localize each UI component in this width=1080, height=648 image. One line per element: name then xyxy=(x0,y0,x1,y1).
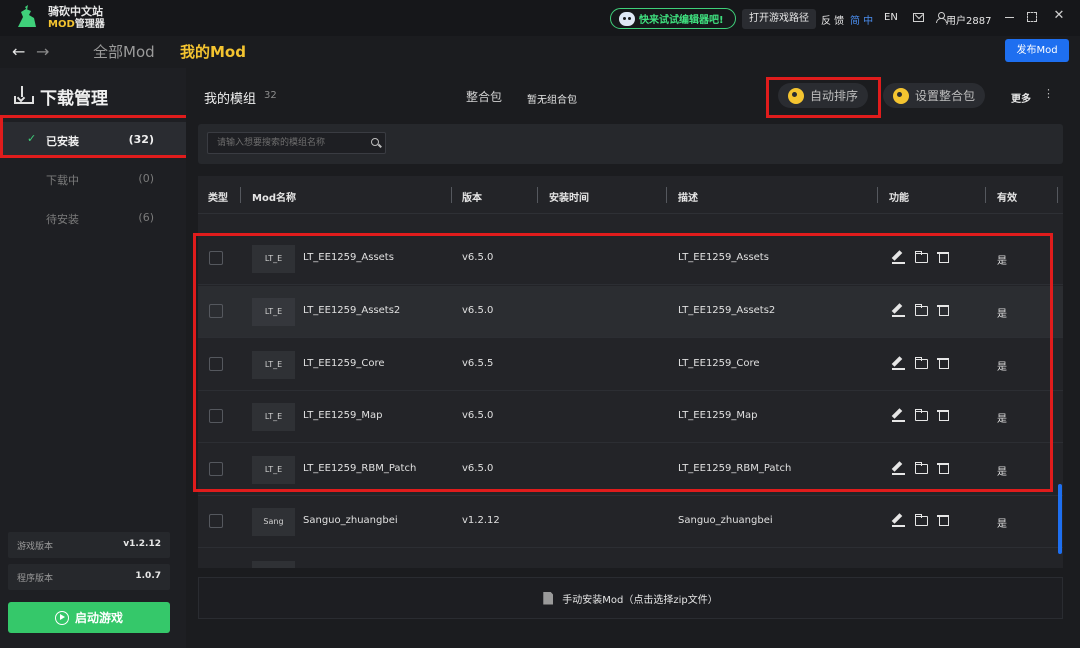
highlight-box-rows xyxy=(193,233,1053,492)
app-version-row: 程序版本 1.0.7 xyxy=(8,564,170,590)
back-arrow-icon[interactable]: ← xyxy=(12,42,25,61)
launch-game-button[interactable]: 启动游戏 xyxy=(8,602,170,633)
set-pack-button[interactable]: 设置整合包 xyxy=(883,83,986,108)
table-header: 类型 Mod名称 版本 安装时间 描述 功能 有效 xyxy=(198,176,1063,214)
more-dots-icon[interactable]: ⋮ xyxy=(1043,87,1054,100)
mod-version: v1.2.12 xyxy=(462,515,500,526)
sidebar-item-count: (0) xyxy=(138,172,154,185)
promo-label: 快来试试编辑器吧! xyxy=(639,15,724,26)
publish-mod-button[interactable]: 发布Mod xyxy=(1005,39,1069,62)
col-version: 版本 xyxy=(462,193,482,204)
sidebar-item-label: 下载中 xyxy=(46,174,79,187)
title-bar: 骑砍中文站 MOD管理器 快来试试编辑器吧! 打开游戏路径 反 馈 简 中 EN… xyxy=(0,0,1080,36)
more-menu[interactable]: 更多 xyxy=(1011,90,1031,105)
search-box[interactable] xyxy=(207,132,386,154)
editor-promo-button[interactable]: 快来试试编辑器吧! xyxy=(610,8,736,29)
col-functions: 功能 xyxy=(889,193,909,204)
lang-zh-option[interactable]: 简 中 xyxy=(850,12,873,27)
open-game-path-button[interactable]: 打开游戏路径 xyxy=(742,9,816,29)
mod-description: Sanguo_zhuangbei xyxy=(678,515,773,526)
game-version-label: 游戏版本 xyxy=(17,542,54,552)
mod-valid: 是 xyxy=(997,519,1007,530)
app-subtitle: MOD管理器 xyxy=(48,19,105,30)
column-divider xyxy=(240,187,241,203)
row-checkbox[interactable] xyxy=(209,514,223,528)
edit-icon[interactable] xyxy=(892,513,906,527)
play-icon xyxy=(54,610,69,625)
file-icon xyxy=(543,591,554,605)
maximize-icon[interactable] xyxy=(1027,12,1037,22)
table-row[interactable]: Sang Sanguo_zhuangbei v1.2.12 Sanguo_zhu… xyxy=(198,496,1063,548)
column-divider xyxy=(985,187,986,203)
group-count: 32 xyxy=(264,90,277,101)
pack-icon xyxy=(893,87,909,104)
set-pack-label: 设置整合包 xyxy=(915,89,976,103)
pack-label: 整合包 xyxy=(466,90,503,104)
col-description: 描述 xyxy=(678,193,698,204)
manual-install-button[interactable]: 手动安装Mod（点击选择zip文件） xyxy=(198,577,1063,619)
search-input[interactable] xyxy=(208,133,358,153)
minimize-icon[interactable] xyxy=(1005,12,1015,22)
trash-icon[interactable] xyxy=(937,513,951,527)
mail-icon[interactable] xyxy=(913,13,924,22)
sidebar-item-pending[interactable]: 待安装 (6) xyxy=(0,200,186,236)
folder-icon[interactable] xyxy=(914,513,928,527)
manual-install-label: 手动安装Mod（点击选择zip文件） xyxy=(562,594,718,606)
close-icon[interactable]: ✕ xyxy=(1052,9,1066,23)
column-divider xyxy=(537,187,538,203)
sidebar-title: 下载管理 xyxy=(40,89,108,109)
highlight-box-installed xyxy=(0,115,189,158)
sidebar-item-label: 待安装 xyxy=(46,213,79,226)
column-divider xyxy=(451,187,452,203)
mod-name: Sanguo_zhuangbei xyxy=(303,515,398,526)
sidebar-item-count: (6) xyxy=(138,211,154,224)
game-version-row: 游戏版本 v1.2.12 xyxy=(8,532,170,558)
search-panel xyxy=(198,124,1063,164)
col-install-time: 安装时间 xyxy=(549,193,589,204)
col-type: 类型 xyxy=(208,193,228,204)
app-version-value: 1.0.7 xyxy=(135,571,161,581)
sidebar: 下载管理 ✓ 已安装 (32) 下载中 (0) 待安装 (6) 游戏版本 v1.… xyxy=(0,68,189,648)
table-row-partial xyxy=(198,549,1063,568)
col-valid: 有效 xyxy=(997,193,1017,204)
launch-label: 启动游戏 xyxy=(74,611,123,625)
pack-none-dropdown[interactable]: 暂无组合包 xyxy=(527,91,577,106)
column-divider xyxy=(1057,187,1058,203)
lang-en-option[interactable]: EN xyxy=(884,12,898,23)
mod-thumbnail: Sang xyxy=(252,508,295,536)
tab-my-mods[interactable]: 我的Mod xyxy=(180,41,246,62)
feedback-link[interactable]: 反 馈 xyxy=(821,12,844,27)
group-title: 我的模组 xyxy=(204,92,257,107)
main-panel: 我的模组 32 整合包 暂无组合包 自动排序 设置整合包 更多 ⋮ 类型 Mod… xyxy=(186,68,1080,648)
robot-icon xyxy=(619,11,635,26)
col-name: Mod名称 xyxy=(252,193,296,204)
knight-logo-icon xyxy=(18,5,36,27)
game-version-value: v1.2.12 xyxy=(123,539,161,549)
forward-arrow-icon[interactable]: → xyxy=(36,42,49,61)
search-icon[interactable] xyxy=(371,138,379,146)
user-icon[interactable] xyxy=(936,12,947,23)
app-version-label: 程序版本 xyxy=(17,574,54,584)
sidebar-item-downloading[interactable]: 下载中 (0) xyxy=(0,161,186,197)
table-scrollbar[interactable] xyxy=(1058,484,1062,554)
mod-thumbnail xyxy=(252,561,295,568)
app-title: 骑砍中文站 xyxy=(48,5,103,18)
column-divider xyxy=(666,187,667,203)
column-divider xyxy=(877,187,878,203)
tab-all-mods[interactable]: 全部Mod xyxy=(93,41,155,62)
highlight-box-auto-sort xyxy=(766,77,881,118)
user-name[interactable]: 用户2887 xyxy=(946,12,991,27)
